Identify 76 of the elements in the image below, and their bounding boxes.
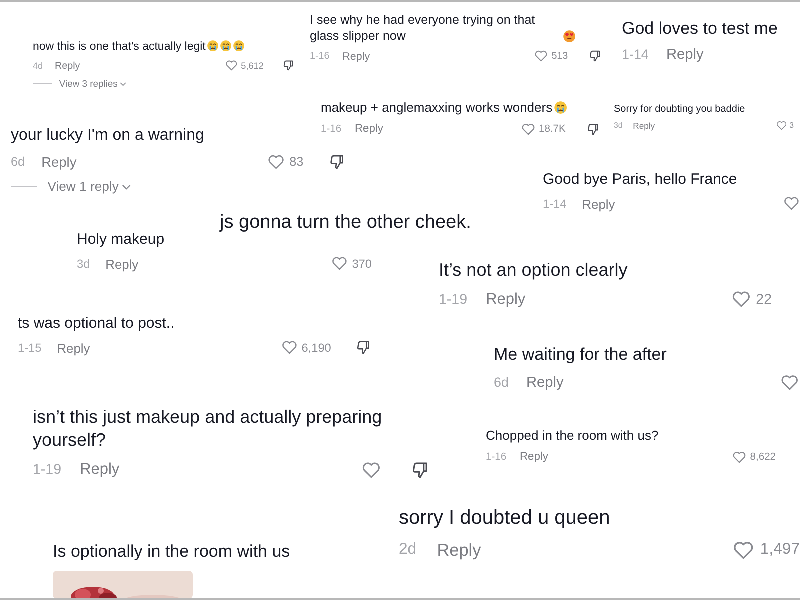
comment-date: 6d	[11, 155, 26, 170]
heart-eyes-emoji-icon	[563, 30, 576, 43]
reply-link[interactable]: Reply	[54, 60, 80, 72]
comment-date: 4d	[33, 61, 44, 72]
comment-date: 1-16	[321, 124, 342, 135]
heart-icon[interactable]	[267, 152, 286, 172]
comment-text: Good bye Paris, hello France	[543, 170, 738, 190]
like-count: 8,622	[750, 452, 776, 463]
heart-icon[interactable]	[520, 122, 536, 137]
reply-link[interactable]: Reply	[437, 540, 482, 561]
comment-text: Is optionally in the room with us	[53, 541, 290, 563]
heart-icon[interactable]	[331, 255, 349, 273]
comment-text: I see why he had everyone trying on that glass slipper now	[310, 12, 536, 44]
comment-text: makeup + anglemaxxing works wonders	[321, 100, 553, 117]
reply-link[interactable]: Reply	[666, 46, 704, 63]
reply-link[interactable]: Reply	[57, 340, 90, 356]
reply-link[interactable]: Reply	[486, 290, 526, 309]
comment-text: It’s not an option clearly	[439, 259, 628, 282]
reply-link[interactable]: Reply	[80, 461, 120, 480]
chevron-down-icon[interactable]	[120, 82, 126, 86]
reply-link[interactable]: Reply	[520, 451, 549, 464]
thumbs-down-icon[interactable]	[586, 122, 601, 137]
view-replies-link[interactable]: View 1 reply	[48, 179, 119, 194]
crying-emoji-icon	[554, 100, 568, 115]
chevron-down-icon[interactable]	[122, 184, 131, 190]
reply-link[interactable]: Reply	[526, 374, 564, 391]
like-count: 22	[756, 292, 772, 308]
heart-icon[interactable]	[361, 460, 382, 481]
thumbs-down-icon[interactable]	[588, 49, 602, 64]
comment-date: 6d	[494, 375, 509, 390]
comment-text: ts was optional to post..	[18, 314, 175, 334]
reply-link[interactable]: Reply	[633, 120, 656, 131]
comment-text: now this is one that's actually legit	[33, 40, 206, 55]
comment-text: isn’t this just makeup and actually preparing yourself?	[33, 406, 384, 452]
comment-date: 1-16	[486, 452, 507, 463]
heart-icon[interactable]	[776, 120, 788, 132]
crying-emoji-icon	[206, 40, 219, 52]
reply-link[interactable]: Reply	[106, 256, 139, 272]
crying-emoji-icon	[233, 40, 246, 52]
heart-icon[interactable]	[225, 59, 238, 73]
like-count: 5,612	[241, 61, 264, 72]
reply-link[interactable]: Reply	[582, 196, 616, 212]
comment-text: sorry I doubted u queen	[399, 506, 610, 531]
heart-icon[interactable]	[780, 372, 800, 392]
like-count: 513	[552, 51, 568, 62]
heart-icon[interactable]	[782, 195, 800, 213]
comment-text: Sorry for doubting you baddie	[614, 103, 746, 116]
thumbs-down-icon[interactable]	[354, 339, 372, 357]
comment-date: 1-19	[439, 292, 468, 308]
like-count: 370	[352, 257, 372, 271]
comment-text: God loves to test me	[622, 18, 778, 40]
comment-date: 1-14	[622, 47, 649, 62]
comment-date: 1-19	[33, 462, 62, 478]
like-count: 1,497	[760, 541, 800, 560]
thumbs-down-icon[interactable]	[282, 59, 295, 73]
reply-link[interactable]: Reply	[342, 50, 370, 63]
comment-date: 1-16	[310, 51, 330, 62]
heart-icon[interactable]	[534, 49, 549, 64]
crying-emoji-icon	[220, 40, 232, 52]
comment-text: your lucky I'm on a warning	[11, 126, 204, 146]
comment-text: Me waiting for the after	[494, 344, 667, 366]
heart-icon[interactable]	[732, 450, 748, 465]
comment-date: 3d	[77, 257, 90, 271]
comment-date: 1-15	[18, 341, 42, 355]
comment-text: Chopped in the room with us?	[486, 428, 659, 445]
like-count: 83	[290, 155, 304, 170]
like-count: 6,190	[302, 341, 332, 355]
like-count: 18.7K	[538, 124, 566, 135]
reply-link[interactable]: Reply	[354, 123, 384, 136]
comment-text: js gonna turn the other cheek.	[220, 211, 472, 235]
comment-date: 2d	[399, 541, 417, 560]
view-replies-link[interactable]: View 3 replies	[59, 78, 118, 90]
heart-icon[interactable]	[280, 339, 298, 357]
reply-link[interactable]: Reply	[42, 154, 77, 170]
comment-text: Holy makeup	[77, 230, 165, 250]
comment-date: 1-14	[543, 197, 567, 211]
